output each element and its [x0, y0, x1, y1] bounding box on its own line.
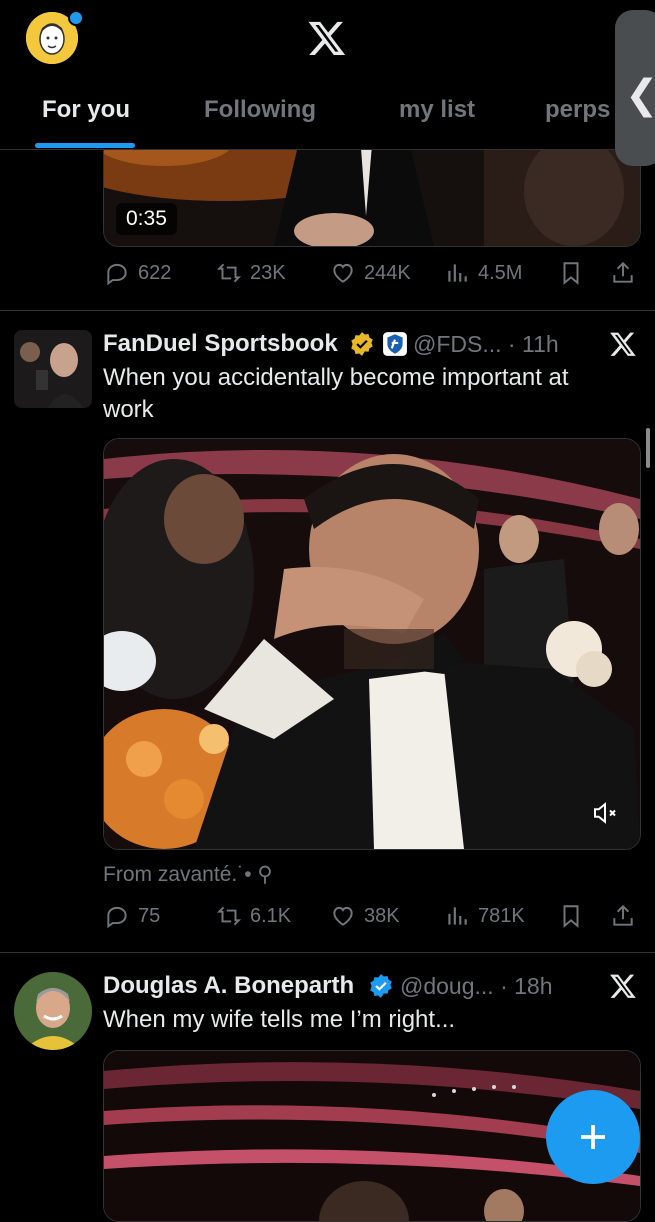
- top-header: For you Following my list perps: [0, 0, 655, 150]
- share-icon: [613, 904, 633, 926]
- tab-perps[interactable]: perps: [545, 96, 610, 124]
- chevron-left-icon: ❮: [625, 72, 655, 118]
- repost-count: 23K: [250, 261, 286, 284]
- like-icon: [333, 906, 353, 926]
- tweet-video[interactable]: [103, 438, 641, 850]
- scroll-indicator[interactable]: [646, 428, 650, 468]
- view-count: 4.5M: [478, 261, 523, 284]
- header-divider: [0, 149, 655, 150]
- reply-button[interactable]: 75: [104, 903, 160, 929]
- like-count: 244K: [364, 261, 411, 284]
- x-logo-icon: [608, 972, 638, 1000]
- tweet-text: When you accidentally become important a…: [103, 364, 569, 423]
- avatar[interactable]: [14, 330, 92, 408]
- verified-icon: [368, 973, 394, 999]
- bookmark-icon: [563, 905, 579, 928]
- tweet-divider: [0, 310, 655, 311]
- repost-button[interactable]: 23K: [216, 260, 286, 286]
- like-button[interactable]: 38K: [330, 903, 400, 929]
- like-icon: [333, 263, 353, 283]
- bookmark-button[interactable]: [558, 260, 584, 286]
- like-button[interactable]: 244K: [330, 260, 411, 286]
- repost-button[interactable]: 6.1K: [216, 903, 291, 929]
- x-logo-icon: [608, 330, 638, 358]
- side-panel-handle[interactable]: ❮: [615, 10, 655, 166]
- attribution-text: From zavanté.˙• ⚲: [103, 863, 273, 886]
- author-name[interactable]: Douglas A. Boneparth: [103, 972, 354, 1000]
- video-duration: 0:35: [116, 203, 177, 235]
- like-count: 38K: [364, 904, 400, 927]
- tweet-time: 18h: [514, 973, 553, 999]
- affiliate-badge-icon: [382, 331, 408, 357]
- tweet-text: When my wife tells me I’m right...: [103, 1006, 456, 1033]
- author-handle[interactable]: @FDS... · 11h: [413, 331, 559, 358]
- bookmark-icon: [563, 262, 579, 285]
- compose-button[interactable]: [546, 1090, 640, 1184]
- repost-icon: [216, 906, 242, 926]
- active-tab-indicator: [35, 143, 135, 148]
- reply-icon: [107, 906, 127, 929]
- tab-for-you[interactable]: For you: [42, 96, 130, 124]
- reply-count: 75: [138, 904, 161, 927]
- tab-following[interactable]: Following: [204, 96, 316, 124]
- author-name[interactable]: FanDuel Sportsbook: [103, 330, 338, 358]
- view-count: 781K: [478, 904, 525, 927]
- views-icon: [448, 264, 467, 282]
- repost-icon: [216, 263, 242, 283]
- share-icon: [613, 261, 633, 283]
- views-button[interactable]: 4.5M: [444, 260, 522, 286]
- bookmark-button[interactable]: [558, 903, 584, 929]
- author-handle[interactable]: @doug... · 18h: [400, 973, 553, 1000]
- repost-count: 6.1K: [250, 904, 292, 927]
- reply-icon: [107, 263, 127, 286]
- reply-button[interactable]: 622: [104, 260, 171, 286]
- tweet-divider: [0, 952, 655, 953]
- reply-count: 622: [138, 261, 172, 284]
- views-button[interactable]: 781K: [444, 903, 525, 929]
- tweet-time: 11h: [521, 331, 559, 357]
- share-button[interactable]: [610, 260, 636, 286]
- views-icon: [448, 907, 467, 925]
- share-button[interactable]: [610, 903, 636, 929]
- mute-icon[interactable]: [590, 798, 620, 828]
- tab-my-list[interactable]: my list: [399, 96, 475, 124]
- verified-icon: [349, 331, 375, 357]
- notification-dot: [68, 10, 84, 26]
- x-logo-icon[interactable]: [306, 18, 348, 58]
- avatar[interactable]: [14, 972, 92, 1050]
- plus-icon: [581, 1125, 605, 1149]
